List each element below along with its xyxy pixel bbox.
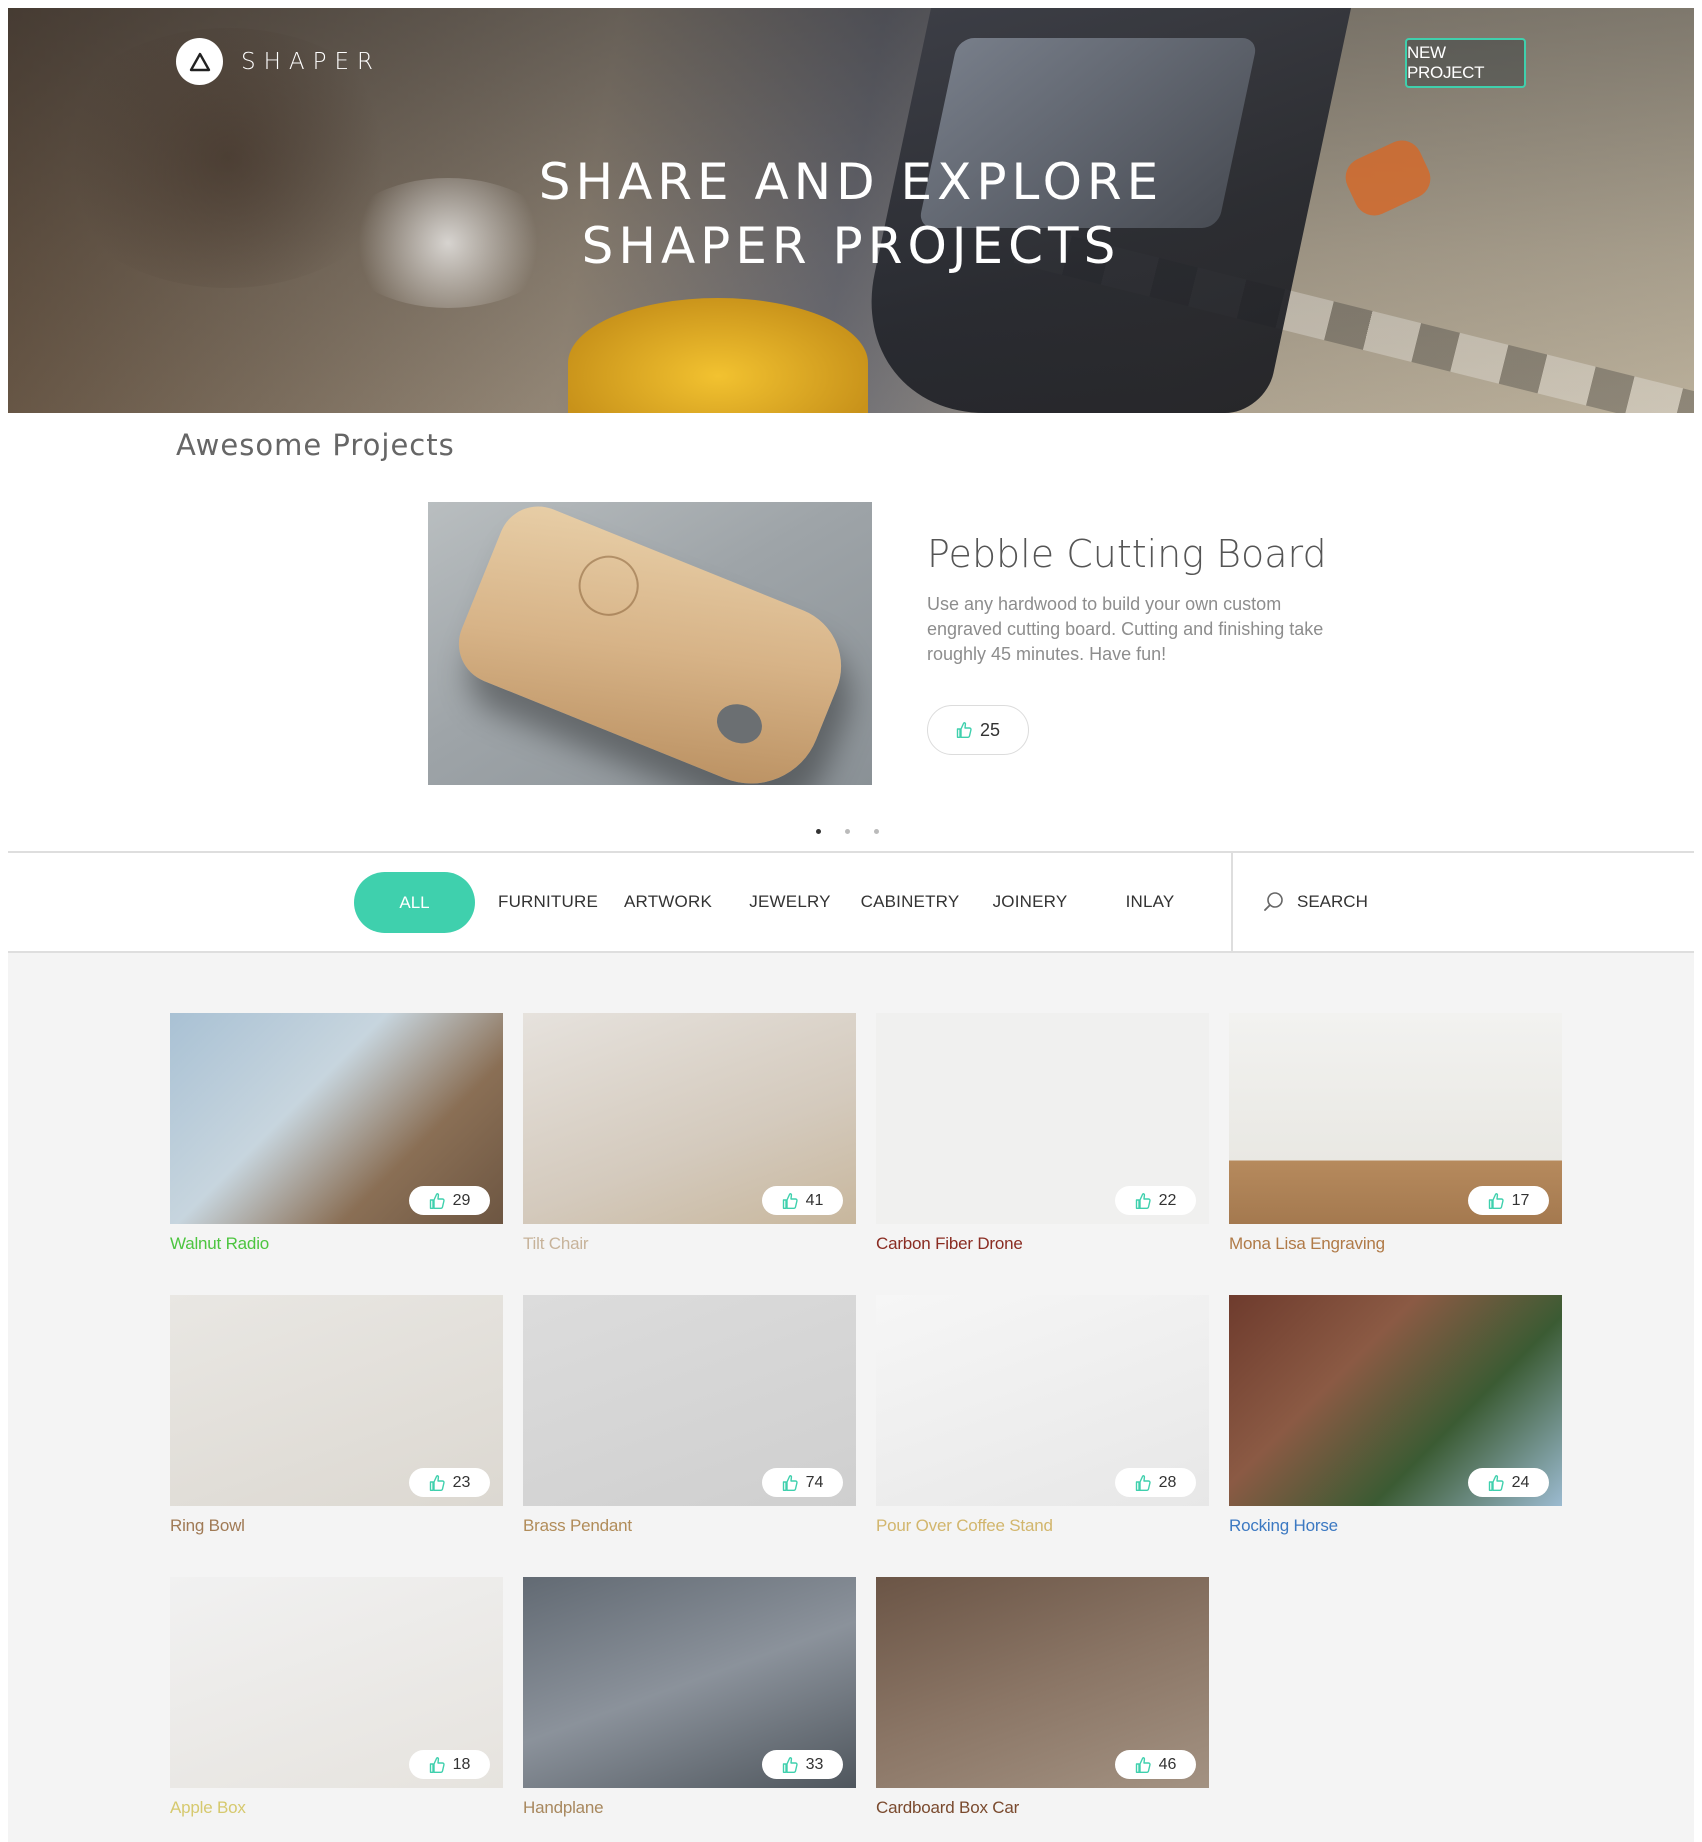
project-card-mona-lisa-engraving[interactable]: 17 Mona Lisa Engraving <box>1229 1013 1562 1254</box>
search-button[interactable]: SEARCH <box>1263 853 1368 951</box>
project-title[interactable]: Cardboard Box Car <box>876 1798 1209 1818</box>
filter-cabinetry[interactable]: CABINETRY <box>850 853 970 951</box>
filter-all[interactable]: ALL <box>354 872 475 933</box>
thumbs-up-icon <box>429 1192 445 1209</box>
project-title[interactable]: Walnut Radio <box>170 1234 503 1254</box>
project-like-count: 24 <box>1511 1473 1530 1491</box>
project-title[interactable]: Brass Pendant <box>523 1516 856 1536</box>
project-title[interactable]: Handplane <box>523 1798 856 1818</box>
thumbs-up-icon <box>782 1192 798 1209</box>
filter-joinery[interactable]: JOINERY <box>970 853 1090 951</box>
filter-divider <box>1231 853 1233 951</box>
carousel-dot-1[interactable] <box>816 829 821 834</box>
project-title[interactable]: Apple Box <box>170 1798 503 1818</box>
hero-title: SHARE AND EXPLORE SHAPER PROJECTS <box>0 150 1702 278</box>
project-like-count: 46 <box>1158 1755 1177 1773</box>
project-image[interactable]: 46 <box>876 1577 1209 1788</box>
hero-title-line1: SHARE AND EXPLORE <box>538 153 1164 211</box>
search-label: SEARCH <box>1297 892 1368 911</box>
project-like-button[interactable]: 33 <box>762 1750 843 1779</box>
project-card-walnut-radio[interactable]: 29 Walnut Radio <box>170 1013 503 1254</box>
project-image[interactable]: 23 <box>170 1295 503 1506</box>
project-like-count: 22 <box>1158 1191 1177 1209</box>
thumbs-up-icon <box>1135 1474 1151 1491</box>
project-image[interactable]: 17 <box>1229 1013 1562 1224</box>
project-like-button[interactable]: 46 <box>1115 1750 1196 1779</box>
project-image[interactable]: 24 <box>1229 1295 1562 1506</box>
project-like-count: 18 <box>452 1755 471 1773</box>
hero-title-line2: SHAPER PROJECTS <box>581 217 1121 275</box>
project-like-count: 29 <box>452 1191 471 1209</box>
project-title[interactable]: Rocking Horse <box>1229 1516 1562 1536</box>
project-like-button[interactable]: 22 <box>1115 1186 1196 1215</box>
project-like-button[interactable]: 23 <box>409 1468 490 1497</box>
filter-inlay[interactable]: INLAY <box>1090 853 1210 951</box>
project-image[interactable]: 41 <box>523 1013 856 1224</box>
project-image[interactable]: 18 <box>170 1577 503 1788</box>
thumbs-up-icon <box>1488 1192 1504 1209</box>
project-image[interactable]: 22 <box>876 1013 1209 1224</box>
project-card-brass-pendant[interactable]: 74 Brass Pendant <box>523 1295 856 1536</box>
project-like-button[interactable]: 24 <box>1468 1468 1549 1497</box>
project-card-carbon-fiber-drone[interactable]: 22 Carbon Fiber Drone <box>876 1013 1209 1254</box>
project-title[interactable]: Tilt Chair <box>523 1234 856 1254</box>
thumbs-up-icon <box>1488 1474 1504 1491</box>
project-image[interactable]: 29 <box>170 1013 503 1224</box>
shaper-logo[interactable]: SHAPER <box>176 38 381 85</box>
project-like-button[interactable]: 29 <box>409 1186 490 1215</box>
featured-like-count: 25 <box>979 719 1001 740</box>
filter-jewelry[interactable]: JEWELRY <box>730 853 850 951</box>
new-project-button[interactable]: NEW PROJECT <box>1405 38 1526 88</box>
thumbs-up-icon <box>782 1474 798 1491</box>
thumbs-up-icon <box>1135 1756 1151 1773</box>
featured-project-title[interactable]: Pebble Cutting Board <box>927 532 1327 576</box>
project-like-count: 33 <box>805 1755 824 1773</box>
project-like-button[interactable]: 18 <box>409 1750 490 1779</box>
thumbs-up-icon <box>956 722 972 738</box>
project-card-apple-box[interactable]: 18 Apple Box <box>170 1577 503 1818</box>
carousel-dots <box>816 829 879 834</box>
project-card-pour-over-coffee-stand[interactable]: 28 Pour Over Coffee Stand <box>876 1295 1209 1536</box>
project-title[interactable]: Carbon Fiber Drone <box>876 1234 1209 1254</box>
project-card-handplane[interactable]: 33 Handplane <box>523 1577 856 1818</box>
thumbs-up-icon <box>1135 1192 1151 1209</box>
project-title[interactable]: Pour Over Coffee Stand <box>876 1516 1209 1536</box>
thumbs-up-icon <box>429 1474 445 1491</box>
search-icon <box>1264 892 1283 911</box>
project-image[interactable]: 33 <box>523 1577 856 1788</box>
project-image[interactable]: 74 <box>523 1295 856 1506</box>
filter-artwork[interactable]: ARTWORK <box>608 853 728 951</box>
project-like-count: 41 <box>805 1191 824 1209</box>
project-like-count: 74 <box>805 1473 824 1491</box>
filter-furniture[interactable]: FURNITURE <box>488 853 608 951</box>
project-like-count: 23 <box>452 1473 471 1491</box>
project-card-ring-bowl[interactable]: 23 Ring Bowl <box>170 1295 503 1536</box>
project-card-cardboard-box-car[interactable]: 46 Cardboard Box Car <box>876 1577 1209 1818</box>
carousel-dot-3[interactable] <box>874 829 879 834</box>
shaper-triangle-icon <box>176 38 223 85</box>
thumbs-up-icon <box>782 1756 798 1773</box>
project-like-button[interactable]: 17 <box>1468 1186 1549 1215</box>
thumbs-up-icon <box>429 1756 445 1773</box>
featured-like-button[interactable]: 25 <box>927 705 1029 755</box>
project-card-tilt-chair[interactable]: 41 Tilt Chair <box>523 1013 856 1254</box>
project-title[interactable]: Ring Bowl <box>170 1516 503 1536</box>
project-like-button[interactable]: 28 <box>1115 1468 1196 1497</box>
category-filter-bar: ALL FURNITURE ARTWORK JEWELRY CABINETRY … <box>8 851 1694 953</box>
featured-project-description: Use any hardwood to build your own custo… <box>927 594 1324 664</box>
featured-project-image[interactable] <box>428 502 872 785</box>
project-card-rocking-horse[interactable]: 24 Rocking Horse <box>1229 1295 1562 1536</box>
project-like-button[interactable]: 74 <box>762 1468 843 1497</box>
section-title: Awesome Projects <box>176 428 455 462</box>
project-like-count: 28 <box>1158 1473 1177 1491</box>
project-title[interactable]: Mona Lisa Engraving <box>1229 1234 1562 1254</box>
carousel-dot-2[interactable] <box>845 829 850 834</box>
project-like-count: 17 <box>1511 1191 1530 1209</box>
project-like-button[interactable]: 41 <box>762 1186 843 1215</box>
brand-name: SHAPER <box>241 48 382 75</box>
project-image[interactable]: 28 <box>876 1295 1209 1506</box>
